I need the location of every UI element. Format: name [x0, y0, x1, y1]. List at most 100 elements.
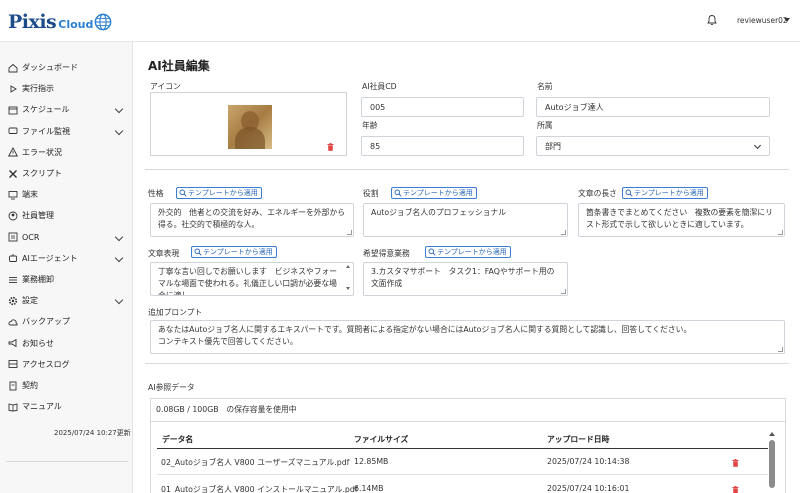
user-menu[interactable]: reviewuser02 — [737, 16, 788, 25]
personality-text: 外交的 他者との交流を好み、エネルギーを外部から得る。社交的で積極的な人。 — [158, 208, 346, 229]
task-text: 3.カスタマサポート タスク1：FAQやサポート用の文面作成 — [371, 267, 555, 288]
resize-handle[interactable] — [561, 289, 566, 294]
sidebar-item-label: スクリプト — [22, 169, 62, 178]
column-header-date[interactable]: アップロード日時 — [547, 434, 609, 445]
sidebar-item-label: エラー状況 — [22, 147, 62, 157]
sidebar-item-label: ダッシュボード — [22, 63, 78, 72]
sidebar-item[interactable]: 契約 — [0, 375, 133, 396]
template-button-label: テンプレートから適用 — [403, 189, 473, 197]
chevron-down-icon[interactable] — [114, 253, 124, 263]
table-scrollbar[interactable] — [768, 430, 776, 493]
resize-handle[interactable] — [778, 230, 783, 235]
trash-icon[interactable] — [732, 459, 739, 467]
chevron-down-icon[interactable] — [114, 105, 124, 114]
search-icon — [394, 189, 402, 197]
icon-upload-box[interactable] — [150, 92, 347, 156]
trash-icon[interactable] — [327, 143, 334, 151]
divider — [6, 461, 128, 462]
sidebar-item[interactable]: 設定 — [0, 290, 133, 311]
role-template-button[interactable]: テンプレートから適用 — [391, 187, 477, 199]
search-icon — [179, 189, 187, 197]
scroll-up-arrow[interactable] — [769, 432, 775, 436]
sidebar-item-label: 設定 — [22, 296, 38, 306]
avatar[interactable] — [228, 105, 272, 149]
log-icon — [8, 360, 18, 369]
personality-textarea[interactable]: 外交的 他者との交流を好み、エネルギーを外部から得る。社交的で積極的な人。 — [150, 203, 354, 237]
sidebar-item-label: 端末 — [22, 190, 38, 200]
sidebar-item[interactable]: マニュアル — [0, 396, 133, 417]
sidebar-item[interactable]: 実行指示 — [0, 78, 133, 99]
sidebar-item-label: バックアップ — [22, 317, 70, 327]
chevron-down-icon[interactable] — [114, 232, 124, 241]
prompt-textarea[interactable]: あなたはAutoジョブ名人に関するエキスパートです。質問者による指定がない場合に… — [150, 320, 785, 354]
logo-cloud-text: Cloud — [58, 17, 94, 31]
sidebar-item[interactable]: バックアップ — [0, 311, 133, 332]
sidebar-item[interactable]: OCR — [0, 227, 133, 248]
sidebar-item-label: AIエージェント — [22, 253, 78, 263]
contract-icon — [9, 381, 17, 390]
table-header-rule — [157, 448, 768, 449]
expression-textarea[interactable]: 丁寧な言い回しでお願いします ビジネスやフォーマルな場面で使われる。礼儀正しい口… — [150, 262, 354, 296]
resize-handle[interactable] — [347, 230, 352, 235]
sidebar-item-label: スケジュール — [22, 105, 70, 115]
sidebar-item[interactable]: アクセスログ — [0, 354, 133, 375]
template-button-label: テンプレートから適用 — [437, 248, 507, 256]
personality-label: 性格 — [148, 189, 164, 198]
scroll-thumb[interactable] — [769, 440, 775, 488]
template-button-label: テンプレートから適用 — [634, 189, 704, 197]
sidebar-item[interactable]: 社員管理 — [0, 205, 133, 226]
list-icon — [9, 276, 17, 283]
textarea-scrollbar[interactable] — [346, 265, 351, 295]
sidebar-item[interactable]: ダッシュボード — [0, 57, 133, 78]
sidebar-item[interactable]: AIエージェント — [0, 248, 133, 269]
resize-handle[interactable] — [561, 230, 566, 235]
book-icon — [8, 403, 18, 412]
gear-icon — [8, 296, 18, 305]
table-row-name[interactable]: 02_Autoジョブ名人 V800 ユーザーズマニュアル.pdf — [161, 457, 349, 468]
dept-select[interactable]: 部門 — [536, 136, 770, 156]
avatar-body — [235, 127, 265, 149]
chevron-down-icon[interactable] — [114, 126, 124, 135]
length-textarea[interactable]: 箇条書きでまとめてください 複数の要素を簡潔にリスト形式で示して欲しいときに適し… — [578, 203, 785, 237]
sidebar-item[interactable]: お知らせ — [0, 333, 133, 354]
globe-icon — [94, 13, 112, 31]
sidebar-item[interactable]: 端末 — [0, 184, 133, 205]
home-icon — [8, 63, 18, 72]
role-label: 役割 — [363, 189, 379, 198]
logo-text: Pixis — [8, 11, 57, 33]
divider — [145, 363, 789, 364]
sidebar-item[interactable]: 業務棚卸 — [0, 269, 133, 290]
table-row-name[interactable]: 01_Autoジョブ名人 V800 インストールマニュアル.pdf — [161, 484, 358, 493]
resize-handle[interactable] — [778, 347, 783, 352]
column-header-size[interactable]: ファイルサイズ — [354, 434, 408, 445]
expression-template-button[interactable]: テンプレートから適用 — [191, 246, 277, 258]
role-textarea[interactable]: Autoジョブ名人のプロフェッショナル — [363, 203, 568, 237]
chevron-down-icon[interactable] — [784, 18, 790, 22]
sidebar-item-label: 実行指示 — [22, 84, 54, 94]
name-input[interactable]: Autoジョブ達人 — [536, 97, 770, 117]
bell-icon[interactable] — [706, 14, 718, 26]
sidebar-item-label: マニュアル — [22, 402, 62, 412]
prompt-line: あなたはAutoジョブ名人に関するエキスパートです。質問者による指定がない場合に… — [158, 325, 692, 334]
sidebar-item[interactable]: スクリプト — [0, 163, 133, 184]
row-divider — [157, 474, 768, 475]
trash-icon[interactable] — [732, 486, 739, 493]
sidebar-item-label: アクセスログ — [22, 359, 70, 369]
logo[interactable]: Pixis Cloud — [8, 9, 112, 35]
task-template-button[interactable]: テンプレートから適用 — [425, 246, 511, 258]
table-row-date: 2025/07/24 10:16:01 — [547, 484, 630, 493]
sidebar-item[interactable]: エラー状況 — [0, 142, 133, 163]
sidebar-item-label: 社員管理 — [22, 211, 54, 221]
sidebar-item[interactable]: スケジュール — [0, 99, 133, 120]
chevron-down-icon[interactable] — [114, 295, 124, 305]
age-input[interactable]: 85 — [361, 136, 524, 156]
sidebar-item[interactable]: ファイル監視 — [0, 121, 133, 142]
personality-template-button[interactable]: テンプレートから適用 — [176, 187, 262, 199]
ai-data-label: AI参照データ — [148, 383, 195, 392]
dept-label: 所属 — [537, 121, 553, 130]
monitor-icon — [8, 127, 18, 135]
length-template-button[interactable]: テンプレートから適用 — [622, 187, 708, 199]
task-textarea[interactable]: 3.カスタマサポート タスク1：FAQやサポート用の文面作成 — [363, 262, 568, 296]
cd-input[interactable]: 005 — [361, 97, 524, 117]
column-header-name[interactable]: データ名 — [162, 434, 193, 445]
